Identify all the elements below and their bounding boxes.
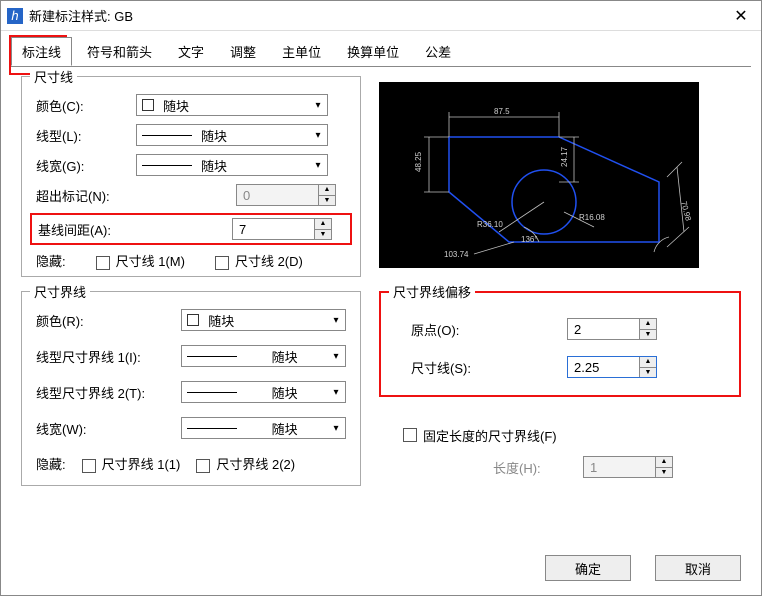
label-hide: 隐藏:	[36, 251, 66, 270]
line-icon	[142, 135, 192, 136]
titlebar: h 新建标注样式: GB ✕	[1, 1, 761, 31]
cancel-button[interactable]: 取消	[655, 555, 741, 581]
swatch-icon	[142, 99, 154, 111]
spin-up-icon[interactable]: ▲	[319, 185, 335, 196]
chevron-down-icon: ▾	[327, 315, 345, 326]
spinner-extend[interactable]: 0 ▲▼	[236, 184, 336, 206]
combo-ext-lw[interactable]: 随块 ▾	[181, 417, 346, 439]
tab-tolerance[interactable]: 公差	[414, 37, 462, 66]
chevron-down-icon: ▾	[309, 130, 327, 141]
line-icon	[187, 392, 237, 393]
combo-color[interactable]: 随块 ▾	[136, 94, 328, 116]
spin-up-icon[interactable]: ▲	[640, 319, 656, 330]
tab-fit[interactable]: 调整	[219, 37, 267, 66]
spin-down-icon[interactable]: ▼	[319, 196, 335, 206]
label-lineweight: 线宽(G):	[36, 156, 136, 175]
label-offset-dimline: 尺寸线(S):	[397, 358, 567, 377]
label-ext-hide1: 尺寸界线 1(1)	[102, 457, 181, 472]
spinner-offset-dimline[interactable]: 2.25 ▲▼	[567, 356, 657, 378]
label-ext-lt2: 线型尺寸界线 2(T):	[36, 383, 181, 402]
checkbox-ext-hide2[interactable]	[196, 459, 210, 473]
label-linetype: 线型(L):	[36, 126, 136, 145]
label-color: 颜色(C):	[36, 96, 136, 115]
dialog-window: h 新建标注样式: GB ✕ 标注线 符号和箭头 文字 调整 主单位 换算单位 …	[0, 0, 762, 596]
line-icon	[187, 428, 237, 429]
line-icon	[142, 165, 192, 166]
label-ext-hide2: 尺寸界线 2(2)	[216, 457, 295, 472]
label-length: 长度(H):	[493, 458, 583, 477]
checkbox-fixlen[interactable]	[403, 428, 417, 442]
close-icon[interactable]: ✕	[721, 1, 761, 30]
tab-text[interactable]: 文字	[167, 37, 215, 66]
svg-text:103.74: 103.74	[444, 250, 469, 259]
window-title: 新建标注样式: GB	[29, 6, 721, 25]
group-extline-legend: 尺寸界线	[30, 282, 90, 301]
tab-primary[interactable]: 主单位	[271, 37, 332, 66]
spin-down-icon[interactable]: ▼	[640, 330, 656, 340]
tab-symbols[interactable]: 符号和箭头	[76, 37, 163, 66]
spinner-baseline[interactable]: 7 ▲▼	[232, 218, 332, 240]
spinner-origin[interactable]: 2 ▲▼	[567, 318, 657, 340]
label-ext-color: 颜色(R):	[36, 311, 181, 330]
preview-panel: 87.5 48.25 24.17 70.98 R36.10	[379, 82, 699, 268]
label-ext-lt1: 线型尺寸界线 1(I):	[36, 347, 181, 366]
label-extend: 超出标记(N):	[36, 186, 236, 205]
label-baseline: 基线间距(A):	[36, 220, 232, 239]
tab-bar: 标注线 符号和箭头 文字 调整 主单位 换算单位 公差	[1, 31, 761, 66]
preview-svg: 87.5 48.25 24.17 70.98 R36.10	[379, 82, 699, 268]
spin-up-icon[interactable]: ▲	[315, 219, 331, 230]
combo-ext-color[interactable]: 随块 ▾	[181, 309, 346, 331]
label-fixlen: 固定长度的尺寸界线(F)	[423, 426, 557, 445]
chevron-down-icon: ▾	[327, 387, 345, 398]
group-dimline-legend: 尺寸线	[30, 67, 77, 86]
checkbox-hide2[interactable]	[215, 256, 229, 270]
spinner-length: 1 ▲▼	[583, 456, 673, 478]
spin-up-icon[interactable]: ▲	[640, 357, 656, 368]
svg-text:87.5: 87.5	[494, 107, 510, 116]
checkbox-ext-hide1[interactable]	[82, 459, 96, 473]
svg-text:R16.08: R16.08	[579, 213, 605, 222]
combo-ext-lt1[interactable]: 随块 ▾	[181, 345, 346, 367]
svg-text:R36.10: R36.10	[477, 220, 503, 229]
combo-linetype[interactable]: 随块 ▾	[136, 124, 328, 146]
group-dimline: 尺寸线 颜色(C): 随块 ▾ 线型(L): 随块	[21, 76, 361, 277]
svg-text:24.17: 24.17	[560, 146, 569, 167]
chevron-down-icon: ▾	[327, 423, 345, 434]
group-offset: 尺寸界线偏移 原点(O): 2 ▲▼ 尺寸线(S): 2.25 ▲▼	[379, 291, 741, 397]
chevron-down-icon: ▾	[309, 100, 327, 111]
app-icon: h	[7, 8, 23, 24]
checkbox-hide1[interactable]	[96, 256, 110, 270]
spin-down-icon[interactable]: ▼	[640, 368, 656, 378]
group-extline: 尺寸界线 颜色(R): 随块 ▾ 线型尺寸界线 1(I):	[21, 291, 361, 486]
label-hide2: 尺寸线 2(D)	[235, 254, 303, 269]
line-icon	[187, 356, 237, 357]
tab-alternate[interactable]: 换算单位	[336, 37, 410, 66]
spin-down-icon: ▼	[656, 468, 672, 478]
svg-text:136°: 136°	[521, 235, 538, 244]
combo-ext-lt2[interactable]: 随块 ▾	[181, 381, 346, 403]
swatch-icon	[187, 314, 199, 326]
chevron-down-icon: ▾	[327, 351, 345, 362]
label-ext-hide: 隐藏:	[36, 454, 66, 473]
svg-text:70.98: 70.98	[679, 200, 693, 222]
spin-up-icon: ▲	[656, 457, 672, 468]
combo-lineweight[interactable]: 随块 ▾	[136, 154, 328, 176]
group-offset-legend: 尺寸界线偏移	[389, 282, 475, 301]
label-origin: 原点(O):	[397, 320, 567, 339]
ok-button[interactable]: 确定	[545, 555, 631, 581]
tab-dimline[interactable]: 标注线	[11, 37, 72, 66]
footer: 确定 取消	[1, 545, 761, 595]
spin-down-icon[interactable]: ▼	[315, 230, 331, 240]
svg-text:48.25: 48.25	[414, 151, 423, 172]
label-hide1: 尺寸线 1(M)	[116, 254, 185, 269]
chevron-down-icon: ▾	[309, 160, 327, 171]
label-ext-lw: 线宽(W):	[36, 419, 181, 438]
